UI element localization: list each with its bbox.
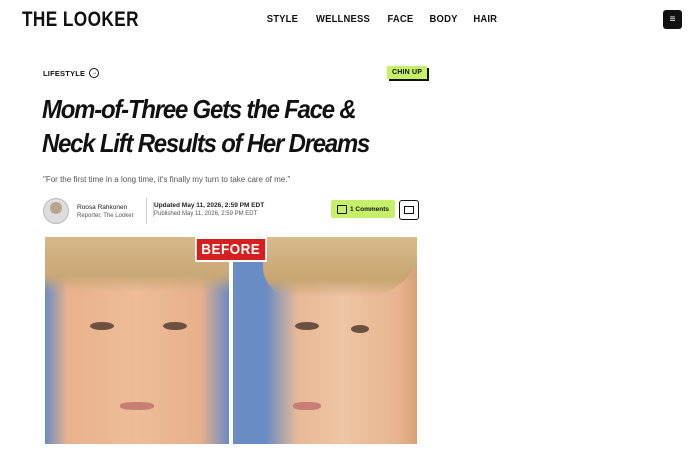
arrow-right-icon: → xyxy=(89,68,100,78)
published-date: Published May 11, 2026, 2:59 PM EDT xyxy=(154,211,258,217)
author-avatar xyxy=(43,198,69,224)
nav-item-face[interactable]: FACE xyxy=(387,13,413,25)
nav-item-hair[interactable]: HAIR xyxy=(473,13,497,25)
nav-item-body[interactable]: BODY xyxy=(429,13,457,25)
article-headline: Mom-of-Three Gets the Face & Neck Lift R… xyxy=(42,94,370,158)
updated-date: Updated May 11, 2026, 2:59 PM EDT xyxy=(154,202,265,209)
hamburger-icon: ≡ xyxy=(669,14,676,25)
comment-icon xyxy=(336,204,347,214)
nav-item-wellness[interactable]: WELLNESS xyxy=(316,13,370,25)
before-photo-front xyxy=(45,237,229,444)
article-tag[interactable]: CHIN UP xyxy=(387,66,428,79)
category-link[interactable]: LIFESTYLE → xyxy=(43,68,100,78)
comments-button[interactable]: 1 Comments xyxy=(331,200,395,218)
before-photo-side xyxy=(233,237,417,444)
author-name[interactable]: Roosa Rahkonen xyxy=(77,204,134,211)
hero-image xyxy=(45,237,417,444)
byline-divider xyxy=(146,198,147,224)
before-label: BEFORE xyxy=(195,237,267,262)
email-share-button[interactable] xyxy=(399,200,419,220)
mail-icon xyxy=(404,206,414,214)
article-dek: "For the first time in a long time, it's… xyxy=(43,175,291,184)
category-label: LIFESTYLE xyxy=(43,68,86,78)
author-byline[interactable]: Roosa Rahkonen Reporter, The Looker xyxy=(43,198,134,224)
comments-label: 1 Comments xyxy=(349,205,389,213)
article-dates: Updated May 11, 2026, 2:59 PM EDT Publis… xyxy=(153,202,264,217)
author-role: Reporter, The Looker xyxy=(77,212,134,219)
nav-item-style[interactable]: STYLE xyxy=(267,13,298,25)
menu-button[interactable]: ≡ xyxy=(663,10,682,29)
main-nav: STYLE WELLNESS FACE BODY HAIR xyxy=(265,13,498,25)
site-logo[interactable]: THE LOOKER xyxy=(22,8,139,32)
